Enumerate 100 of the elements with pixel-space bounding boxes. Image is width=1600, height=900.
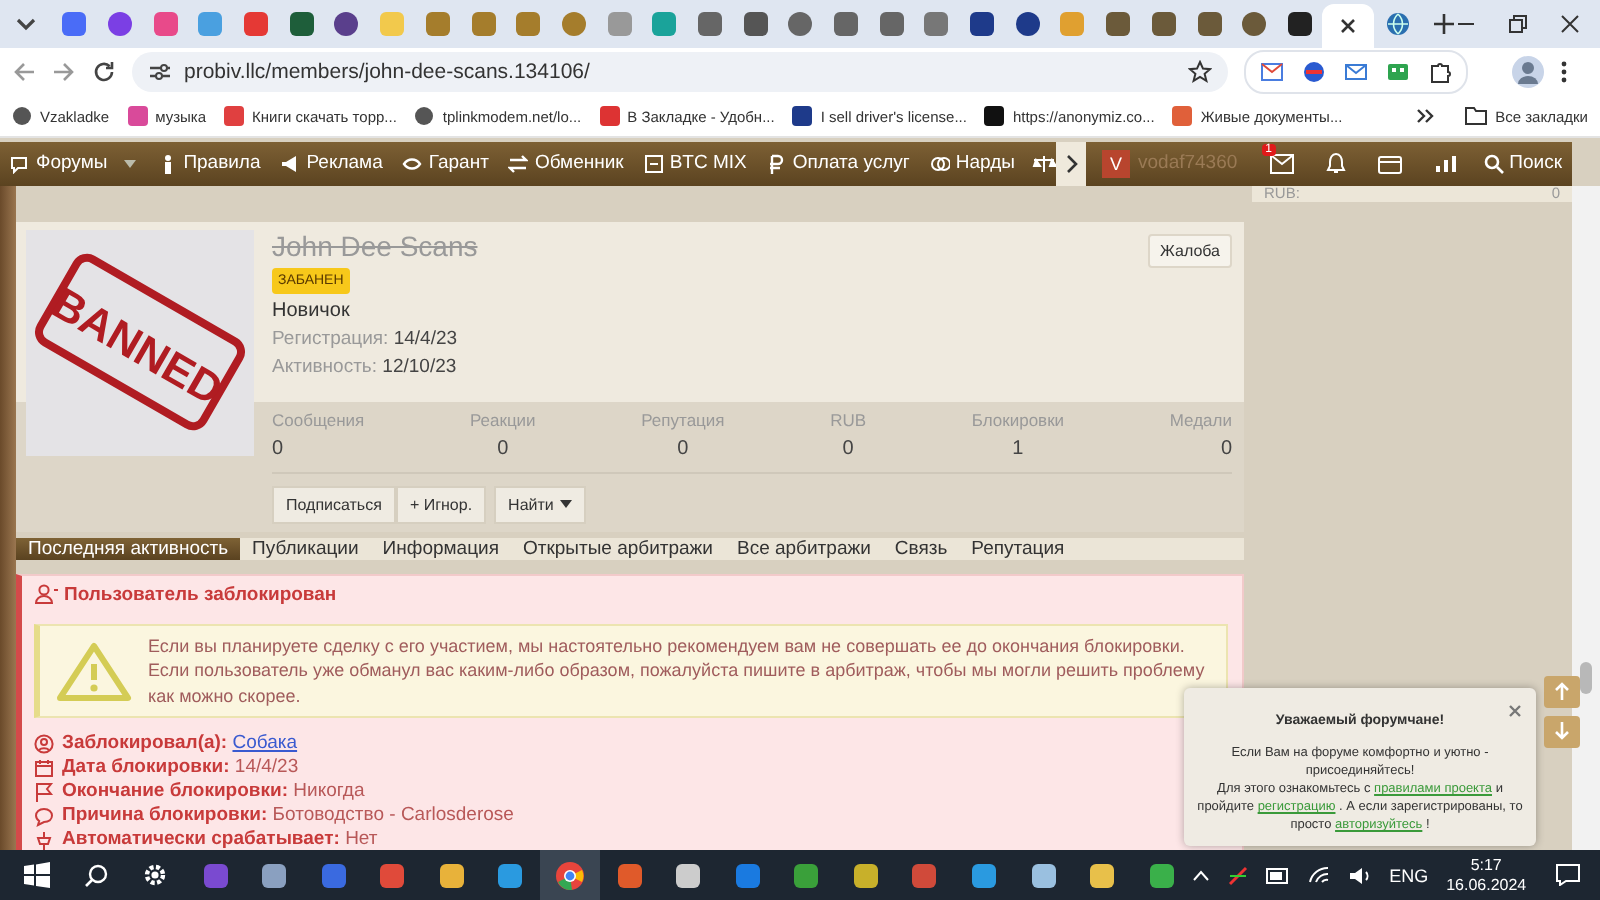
user-avatar[interactable]: V: [1102, 149, 1130, 178]
bookmark-favicon-icon[interactable]: [792, 106, 813, 126]
scroll-nav-button[interactable]: [1056, 142, 1086, 186]
close-icon[interactable]: [1338, 16, 1359, 36]
stat-value: 0: [272, 437, 284, 460]
envelope-icon[interactable]: [1269, 153, 1294, 174]
profile-tab[interactable]: Все арбитражи: [724, 537, 883, 560]
forward-icon[interactable]: [52, 60, 76, 84]
nav-link[interactable]: BTC MIX: [633, 152, 757, 175]
profile-avatar-icon[interactable]: [1512, 56, 1544, 88]
app-icon[interactable]: [496, 861, 525, 889]
caret-icon: [559, 500, 572, 509]
app-icon[interactable]: [1088, 861, 1117, 889]
windows-start-icon[interactable]: [24, 862, 51, 888]
scrollbar-thumb[interactable]: [1580, 661, 1592, 694]
site-settings-icon[interactable]: [148, 62, 172, 82]
ruble-icon: [766, 153, 787, 174]
search-icon[interactable]: [84, 863, 109, 887]
app-icon[interactable]: [792, 861, 821, 889]
nav-link[interactable]: Нарды: [919, 152, 1025, 175]
globe-icon[interactable]: [1385, 12, 1410, 36]
profile-action-button[interactable]: Подписаться: [272, 485, 396, 524]
search-link[interactable]: Поиск: [1473, 152, 1572, 175]
bookmark-star-icon[interactable]: [1188, 60, 1212, 84]
tab-favicon-icon[interactable]: [289, 12, 314, 36]
chrome-icon[interactable]: [555, 861, 584, 889]
app-icon[interactable]: [851, 861, 880, 889]
nav-link[interactable]: Правила: [147, 152, 271, 175]
circles-icon: [929, 153, 950, 174]
moderator-link[interactable]: Собака: [232, 732, 298, 755]
app-icon[interactable]: [1147, 861, 1176, 889]
gear-icon[interactable]: [142, 862, 169, 888]
new-tab-icon[interactable]: [1431, 12, 1456, 36]
app-icon[interactable]: [970, 861, 999, 889]
tab-favicon-icon[interactable]: [743, 12, 768, 36]
reload-icon[interactable]: [92, 60, 116, 84]
bookmark-favicon-icon[interactable]: [12, 106, 32, 126]
profile-tab[interactable]: Связь: [882, 537, 960, 560]
ban-detail: Заблокировал(а): Собака: [62, 732, 298, 757]
nav-link[interactable]: Обменник: [498, 152, 634, 175]
app-icon[interactable]: [437, 861, 466, 889]
back-icon[interactable]: [12, 60, 36, 84]
profile-tab[interactable]: Репутация: [959, 537, 1077, 560]
bookmark-favicon-icon[interactable]: [984, 106, 1005, 126]
nav-link[interactable]: Форумы: [0, 152, 148, 175]
chevron-right-icon: [1065, 153, 1078, 174]
nav-link[interactable]: Реклама: [270, 152, 393, 175]
app-icon[interactable]: [674, 861, 703, 889]
folder-icon[interactable]: [1463, 106, 1488, 126]
megaphone-icon: [280, 153, 301, 174]
speech-bubble-icon: [34, 805, 54, 828]
wallet-icon[interactable]: [1377, 153, 1402, 174]
bell-icon[interactable]: [1325, 152, 1346, 175]
stat-label: Блокировки: [971, 409, 1065, 430]
scales-icon[interactable]: [1032, 153, 1057, 174]
restore-icon[interactable]: [1508, 14, 1528, 34]
profile-fact: Активность: 12/10/23: [272, 355, 459, 378]
more-menu-icon[interactable]: [1560, 60, 1568, 84]
search-icon: [1483, 153, 1504, 174]
profile-action-button[interactable]: Найти: [494, 485, 586, 524]
mail-icon[interactable]: [1260, 60, 1284, 84]
tab-favicon-icon[interactable]: [1015, 12, 1040, 36]
app-icon[interactable]: [1029, 861, 1058, 889]
tab-favicon-icon[interactable]: [970, 12, 995, 36]
report-button[interactable]: Жалоба: [1148, 233, 1232, 268]
ban-detail: Окончание блокировки: Никогда: [62, 780, 365, 805]
stat-label: Сообщения: [272, 409, 365, 430]
clock-date: 16.06.2024: [1446, 875, 1527, 895]
tab-favicon-icon[interactable]: [1287, 12, 1312, 36]
profile-tab[interactable]: Открытые арбитражи: [510, 537, 725, 560]
chevron-up-icon[interactable]: [1191, 869, 1210, 881]
stat-label: Реакции: [469, 409, 536, 430]
clock[interactable]: 5:17 16.06.2024: [1446, 855, 1527, 895]
nav-link[interactable]: Гарант: [392, 152, 499, 175]
user-ban-icon: [34, 584, 58, 605]
bookmark-favicon-icon[interactable]: [414, 106, 435, 126]
wifi-icon[interactable]: [1307, 866, 1330, 884]
ban-detail: Дата блокировки: 14/4/23: [62, 756, 299, 781]
bar-chart-icon[interactable]: [1433, 153, 1458, 174]
profile-tab[interactable]: Информация: [370, 537, 511, 560]
calendar-icon: [34, 757, 54, 780]
user-circle-icon: [34, 733, 54, 756]
chat-icon: [10, 153, 30, 174]
tab-favicon-icon[interactable]: [334, 12, 359, 36]
app-icon[interactable]: [260, 861, 289, 889]
profile-tab[interactable]: Публикации: [240, 537, 371, 560]
speaker-icon[interactable]: [1347, 865, 1372, 885]
notifications-icon[interactable]: [1556, 864, 1581, 886]
app-icon[interactable]: [615, 861, 644, 889]
envelope-icon[interactable]: [1344, 60, 1368, 84]
more-bookmarks-icon[interactable]: [1415, 106, 1436, 126]
puzzle-icon[interactable]: [1428, 60, 1452, 84]
profile-tab[interactable]: Последняя активность: [16, 537, 241, 560]
profile-action-button[interactable]: + Игнор.: [395, 485, 487, 524]
battery-icon[interactable]: [1265, 867, 1290, 883]
extension-icon[interactable]: [1386, 60, 1410, 84]
language-indicator[interactable]: ENG: [1389, 865, 1429, 885]
nav-link[interactable]: Оплата услуг: [756, 152, 920, 175]
stat-value: 0: [842, 437, 854, 460]
close-icon[interactable]: [1560, 14, 1580, 34]
